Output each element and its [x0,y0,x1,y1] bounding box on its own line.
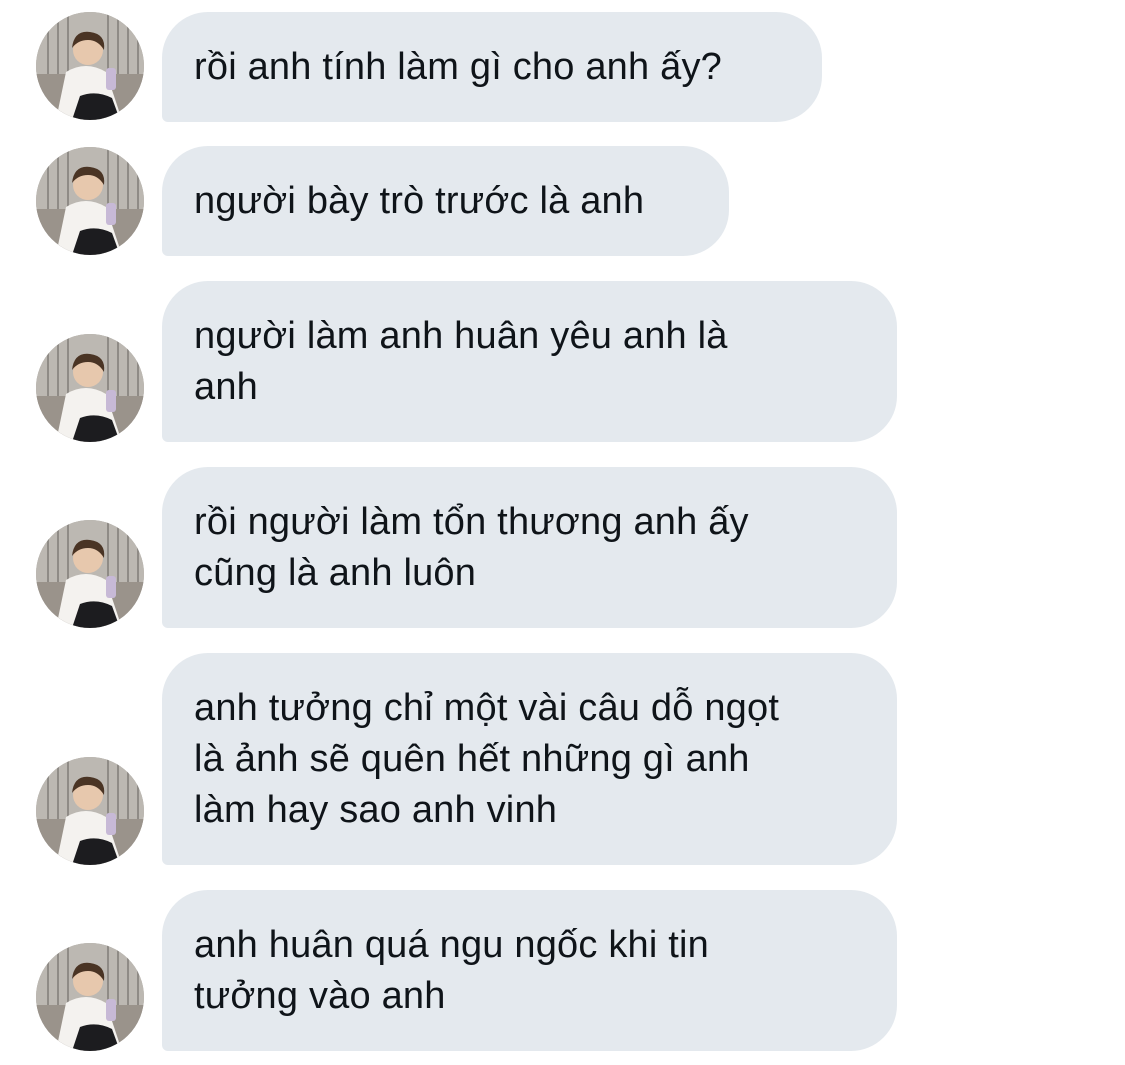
avatar-photo-icon [36,757,144,865]
avatar-photo-icon [36,334,144,442]
avatar[interactable] [36,757,144,865]
avatar[interactable] [36,943,144,1051]
message-text: anh huân quá ngu ngốc khi tin tưởng vào … [194,923,709,1017]
message-bubble[interactable]: người làm anh huân yêu anh là anh [162,281,897,442]
message-text: rồi người làm tổn thương anh ấy cũng là … [194,500,749,594]
avatar[interactable] [36,12,144,120]
avatar[interactable] [36,147,144,255]
message-bubble[interactable]: anh tưởng chỉ một vài câu dỗ ngọt là ảnh… [162,653,897,865]
message-bubble[interactable]: rồi anh tính làm gì cho anh ấy? [162,12,822,122]
avatar-photo-icon [36,147,144,255]
avatar-photo-icon [36,943,144,1051]
avatar-photo-icon [36,520,144,628]
message-bubble[interactable]: anh huân quá ngu ngốc khi tin tưởng vào … [162,890,897,1051]
message-bubble[interactable]: rồi người làm tổn thương anh ấy cũng là … [162,467,897,628]
message-text: người làm anh huân yêu anh là anh [194,314,728,408]
avatar[interactable] [36,334,144,442]
avatar[interactable] [36,520,144,628]
message-text: rồi anh tính làm gì cho anh ấy? [194,45,722,88]
message-text: anh tưởng chỉ một vài câu dỗ ngọt là ảnh… [194,686,780,831]
avatar-photo-icon [36,12,144,120]
message-text: người bày trò trước là anh [194,179,645,222]
message-bubble[interactable]: người bày trò trước là anh [162,146,729,256]
